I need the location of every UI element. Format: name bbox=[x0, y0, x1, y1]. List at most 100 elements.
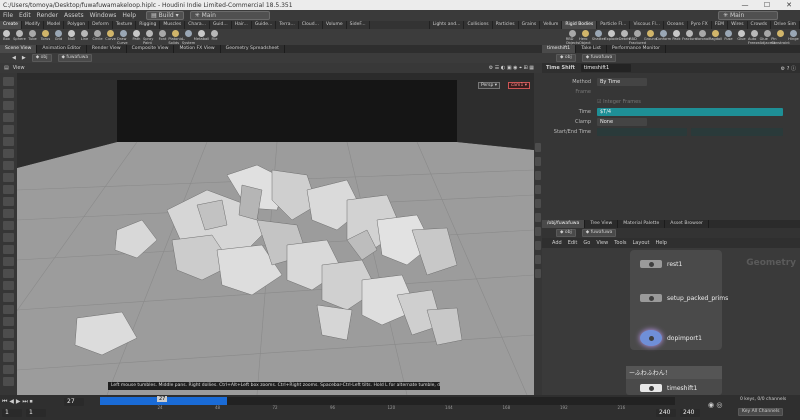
shelf-tool[interactable]: Torus bbox=[39, 29, 52, 45]
viewport-tool-button[interactable] bbox=[3, 305, 14, 314]
shelf-tab-right[interactable]: FEM bbox=[712, 21, 729, 29]
view-menu-icon[interactable]: ▤ bbox=[4, 65, 9, 71]
shelf-tool-right[interactable]: Voronoi bbox=[696, 29, 709, 45]
back-icon[interactable]: ◀ bbox=[12, 55, 16, 61]
menu-assets[interactable]: Assets bbox=[64, 12, 84, 19]
shelf-tab[interactable]: Polygon bbox=[64, 21, 90, 29]
shelf-tab[interactable]: Deform bbox=[89, 21, 113, 29]
viewport-tool-button[interactable] bbox=[3, 149, 14, 158]
scene-pane-tab[interactable]: Geometry Spreadsheet bbox=[221, 45, 285, 53]
menu-help[interactable]: Help bbox=[122, 12, 136, 19]
shelf-tool-right[interactable]: RBD Fractured bbox=[629, 29, 646, 45]
time-field[interactable]: $T/4 bbox=[597, 108, 783, 116]
network-menu-item[interactable]: Add bbox=[552, 240, 562, 246]
start-frame-field-2[interactable]: 1 bbox=[26, 409, 46, 417]
viewport-right-button[interactable] bbox=[535, 157, 541, 166]
network-menu-item[interactable]: Tools bbox=[614, 240, 626, 246]
shelf-tool[interactable]: Metaball bbox=[194, 29, 209, 45]
node-dopimport1[interactable]: dopimport1 bbox=[640, 330, 702, 346]
shelf-tab-right[interactable]: Crowds bbox=[748, 21, 772, 29]
timeline-track[interactable]: 27 bbox=[100, 396, 675, 405]
viewport-tool-button[interactable] bbox=[3, 101, 14, 110]
shelf-tool[interactable]: Sphere bbox=[13, 29, 26, 45]
shelf-tab[interactable]: Volume bbox=[323, 21, 347, 29]
viewport-right-button[interactable] bbox=[535, 269, 541, 278]
param-header-icons[interactable]: ⚙ ? ⓘ bbox=[781, 65, 796, 72]
viewport-right-button[interactable] bbox=[535, 199, 541, 208]
shelf-tab-right[interactable]: Grains bbox=[519, 21, 541, 29]
network-pane-tab[interactable]: /obj/fuwafuwa bbox=[542, 220, 586, 228]
shelf-tool-right[interactable]: Hinge bbox=[787, 29, 800, 45]
path-obj[interactable]: ◆ obj bbox=[31, 54, 52, 62]
shelf-tool-right[interactable]: Fracture bbox=[682, 29, 697, 45]
viewport-tool-button[interactable] bbox=[3, 125, 14, 134]
network-menu-item[interactable]: View bbox=[596, 240, 608, 246]
viewport-tool-button[interactable] bbox=[3, 269, 14, 278]
shelf-tab-right[interactable]: Viscous Fl... bbox=[630, 21, 665, 29]
param-pane-tab[interactable]: Performance Monitor bbox=[607, 45, 666, 53]
desktop-dropdown[interactable]: ✳ Main bbox=[189, 11, 270, 20]
viewport-tool-button[interactable] bbox=[3, 341, 14, 350]
network-editor[interactable]: /obj/fuwafuwa Tree View Material Palette As… bbox=[542, 220, 800, 395]
viewport-tool-button[interactable] bbox=[3, 173, 14, 182]
viewport-tool-button[interactable] bbox=[3, 317, 14, 326]
shelf-tab-right[interactable]: Wires bbox=[728, 21, 748, 29]
viewport-tool-button[interactable] bbox=[3, 209, 14, 218]
shelf-tab-right[interactable]: Oceans bbox=[664, 21, 688, 29]
shelf-tool[interactable]: Tube bbox=[26, 29, 39, 45]
node-timeshift1[interactable]: timeshift1 bbox=[640, 384, 697, 392]
integer-frames-checkbox[interactable]: ☑ Integer Frames bbox=[597, 99, 641, 105]
shelf-tool-right[interactable]: Hero Object bbox=[579, 29, 592, 45]
param-path-fuwafuwa[interactable]: ◆ fuwafuwa bbox=[581, 54, 617, 62]
shelf-tool[interactable]: Null bbox=[65, 29, 78, 45]
param-pane-tab[interactable]: Take List bbox=[576, 45, 607, 53]
viewport-tool-button[interactable] bbox=[3, 161, 14, 170]
viewport-tool-button[interactable] bbox=[3, 185, 14, 194]
network-menu-item[interactable]: Go bbox=[583, 240, 590, 246]
shelf-tool-right[interactable]: Shatter bbox=[592, 29, 605, 45]
display-options-icon[interactable]: ⚙ ☰ ◐ ▣ ◉ ⌖ ⊞ ▦ bbox=[489, 65, 534, 71]
persp-menu[interactable]: Persp ▾ bbox=[477, 82, 500, 89]
shelf-tool[interactable]: Draw Curve bbox=[117, 29, 130, 45]
net-path-obj[interactable]: ◆ obj bbox=[556, 229, 576, 237]
viewport-tool-button[interactable] bbox=[3, 89, 14, 98]
shelf-tab-right[interactable]: Drive Sim bbox=[771, 21, 800, 29]
menu-windows[interactable]: Windows bbox=[90, 12, 117, 19]
shelf-tab[interactable]: Cloud... bbox=[299, 21, 323, 29]
shelf-tool-right[interactable]: RBD Objects bbox=[566, 29, 579, 45]
node-rest1[interactable]: rest1 bbox=[640, 260, 682, 268]
node-setup-packed-prims[interactable]: setup_packed_prims bbox=[640, 294, 728, 302]
shelf-tab[interactable]: Chara... bbox=[185, 21, 210, 29]
shelf-tool-right[interactable]: Explode bbox=[604, 29, 619, 45]
viewport-tool-button[interactable] bbox=[3, 281, 14, 290]
param-path-obj[interactable]: ◆ obj bbox=[556, 54, 576, 62]
shelf-tab-right[interactable]: Lights and... bbox=[430, 21, 465, 29]
forward-icon[interactable]: ▶ bbox=[22, 55, 26, 61]
shelf-tool-right[interactable]: Ragdoll bbox=[709, 29, 722, 45]
shelf-tab[interactable]: Model bbox=[44, 21, 65, 29]
viewport-tool-button[interactable] bbox=[3, 353, 14, 362]
start-field[interactable] bbox=[597, 128, 687, 136]
end-field[interactable] bbox=[691, 128, 783, 136]
timeline-marker[interactable]: 27 bbox=[157, 396, 168, 402]
node-name-field[interactable]: timeshift1 bbox=[580, 64, 631, 72]
param-pane-tab[interactable]: timeshift1 bbox=[542, 45, 577, 53]
shelf-tool[interactable]: File bbox=[208, 29, 221, 45]
network-pane-tab[interactable]: Tree View bbox=[585, 220, 619, 228]
menu-render[interactable]: Render bbox=[37, 12, 58, 19]
key-all-channels-button[interactable]: Key All Channels bbox=[738, 408, 784, 416]
scene-pane-tab[interactable]: Render View bbox=[87, 45, 127, 53]
viewport-tool-button[interactable] bbox=[3, 245, 14, 254]
shelf-tab[interactable]: Guide... bbox=[252, 21, 277, 29]
viewport-right-button[interactable] bbox=[535, 227, 541, 236]
viewport-right-button[interactable] bbox=[535, 143, 541, 152]
shelf-tool[interactable]: Circle bbox=[91, 29, 104, 45]
scene-viewport[interactable]: Persp ▾ cam1 ▾ bbox=[17, 80, 534, 395]
shelf-tab[interactable]: Rigging bbox=[136, 21, 161, 29]
maximize-button[interactable]: ☐ bbox=[756, 1, 778, 9]
scene-pane-tab[interactable]: Composite View bbox=[127, 45, 175, 53]
viewport-tool-button[interactable] bbox=[3, 365, 14, 374]
viewport-right-button[interactable] bbox=[535, 213, 541, 222]
start-frame-field[interactable]: 1 bbox=[2, 409, 22, 417]
end-frame-field-2[interactable]: 240 bbox=[680, 409, 700, 417]
